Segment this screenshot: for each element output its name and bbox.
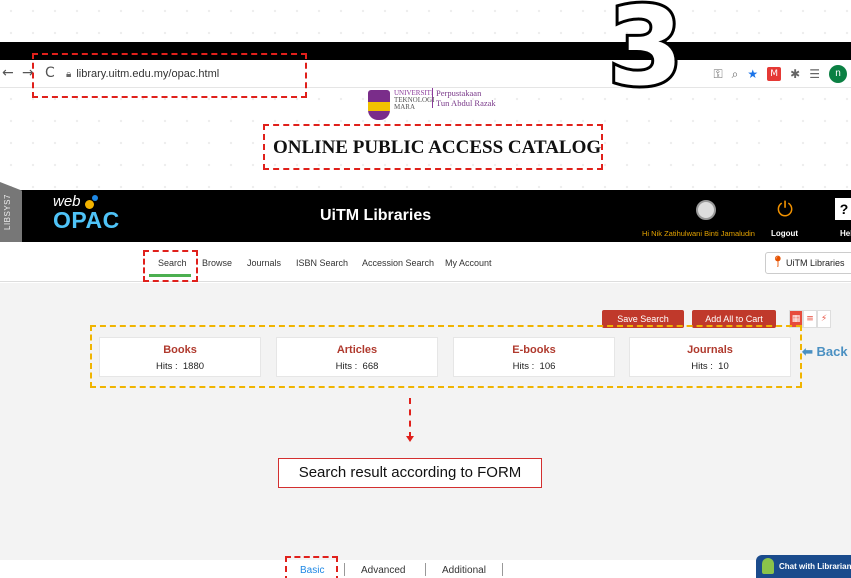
star-icon[interactable]: ★ bbox=[747, 64, 758, 84]
reading-list-icon[interactable]: ☰ bbox=[809, 64, 820, 84]
list-view-icon[interactable]: ≡ bbox=[803, 310, 817, 328]
search-tab-highlight-box bbox=[143, 250, 198, 282]
nav-browse[interactable]: Browse bbox=[202, 258, 232, 268]
nav-journals[interactable]: Journals bbox=[247, 258, 281, 268]
step-number: 3 bbox=[605, 0, 686, 110]
library-name: Perpustakaan Tun Abdul Razak bbox=[432, 88, 496, 108]
key-icon[interactable]: ⚿ bbox=[714, 64, 723, 84]
librarian-icon bbox=[762, 558, 774, 574]
university-name: UNIVERSITI TEKNOLOGI MARA bbox=[394, 89, 435, 111]
annotation-arrow bbox=[409, 398, 411, 438]
basic-tab-highlight-box bbox=[285, 556, 338, 578]
back-label: Back bbox=[816, 344, 848, 359]
page-title: UiTM Libraries bbox=[320, 207, 432, 224]
puzzle-icon[interactable]: ✱ bbox=[790, 64, 800, 84]
nav-accession-search[interactable]: Accession Search bbox=[362, 258, 434, 268]
tab-additional[interactable]: Additional bbox=[442, 565, 486, 576]
tile-view-icon[interactable]: ⚡ bbox=[817, 310, 831, 328]
extension-icon[interactable]: M bbox=[767, 67, 782, 81]
user-avatar-icon[interactable] bbox=[696, 200, 716, 220]
page: ← → C 🔒︎ library.uitm.edu.my/opac.html ⚿ … bbox=[0, 0, 851, 578]
back-link[interactable]: ⬅ Back bbox=[802, 344, 848, 360]
tab-divider bbox=[344, 563, 345, 576]
browser-icons: ⚿ ⌕ ★ M ✱ ☰ n bbox=[714, 64, 847, 84]
logout-button[interactable]: Logout bbox=[771, 229, 798, 238]
location-pin-icon: 📍︎ bbox=[771, 255, 785, 268]
power-icon[interactable]: ⏻ bbox=[775, 197, 795, 221]
help-label[interactable]: Hel bbox=[840, 229, 851, 238]
profile-icon[interactable]: n bbox=[829, 65, 847, 83]
crest-icon bbox=[368, 90, 390, 120]
back-arrow-icon: ⬅ bbox=[802, 344, 813, 359]
annotation-callout: Search result according to FORM bbox=[278, 458, 542, 488]
libsys-label: LIBSYS7 bbox=[3, 194, 12, 230]
back-icon[interactable]: ← bbox=[2, 65, 14, 81]
tab-divider bbox=[425, 563, 426, 576]
arrow-head-icon bbox=[406, 436, 414, 442]
nav-isbn-search[interactable]: ISBN Search bbox=[296, 258, 348, 268]
url-highlight-box bbox=[32, 53, 307, 98]
title-highlight-box bbox=[263, 124, 603, 170]
tab-divider bbox=[502, 563, 503, 576]
brand-dot-icon bbox=[92, 195, 98, 201]
user-greeting: Hi Nik Zatihulwani Binti Jamaludin bbox=[642, 229, 755, 238]
uitm-logo: UNIVERSITI TEKNOLOGI MARA Perpustakaan T… bbox=[368, 88, 496, 122]
tab-advanced[interactable]: Advanced bbox=[361, 565, 405, 576]
brand-opac[interactable]: OPAC bbox=[53, 207, 120, 234]
results-highlight-box bbox=[90, 325, 802, 388]
nav-my-account[interactable]: My Account bbox=[445, 258, 492, 268]
help-icon[interactable]: ? bbox=[835, 198, 851, 220]
zoom-icon[interactable]: ⌕ bbox=[732, 64, 739, 84]
